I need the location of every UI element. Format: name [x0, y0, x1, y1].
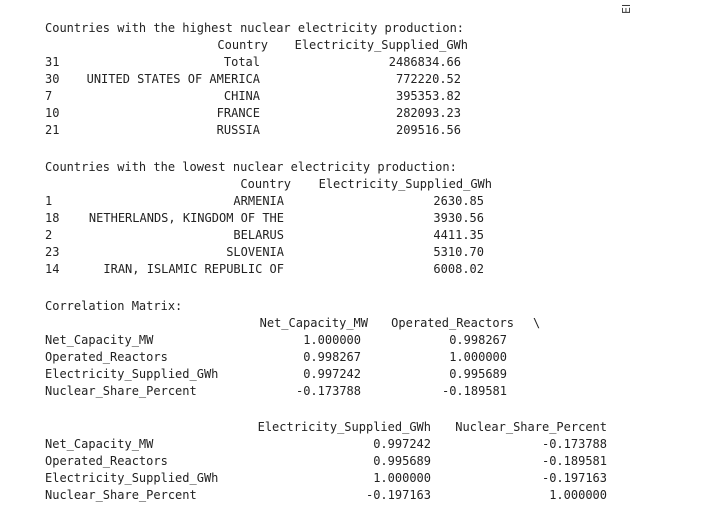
row-index: 10 — [45, 106, 60, 120]
low-title: Countries with the lowest nuclear electr… — [45, 160, 457, 174]
cell-value: 0.998267 — [449, 333, 507, 347]
row-value: 3930.56 — [433, 211, 484, 225]
side-panel-tab-label: El — [620, 3, 633, 14]
row-label: Electricity_Supplied_GWh — [45, 367, 219, 381]
side-panel-tab[interactable]: El — [620, 0, 634, 14]
row-label: Net_Capacity_MW — [45, 437, 154, 451]
row-label: Nuclear_Share_Percent — [45, 488, 197, 502]
row-index: 30 — [45, 72, 60, 86]
row-index: 7 — [45, 89, 53, 103]
cell-value: 0.997242 — [373, 437, 431, 451]
high-title: Countries with the highest nuclear elect… — [45, 21, 465, 35]
row-value: 2486834.66 — [388, 55, 461, 69]
cell-value: -0.173788 — [541, 437, 607, 451]
row-country: IRAN, ISLAMIC REPUBLIC OF — [103, 262, 284, 276]
corr1-header-net-capacity: Net_Capacity_MW — [259, 316, 368, 330]
corr-table-part1: Net_Capacity_MW Operated_Reactors \ Net_… — [0, 315, 728, 400]
row-value: 2630.85 — [433, 194, 484, 208]
high-header-value: Electricity_Supplied_GWh — [294, 38, 468, 52]
row-country: UNITED STATES OF AMERICA — [86, 72, 260, 86]
row-value: 6008.02 — [433, 262, 484, 276]
cell-value: -0.189581 — [541, 454, 607, 468]
row-index: 21 — [45, 123, 60, 137]
corr-table-part2: Electricity_Supplied_GWh Nuclear_Share_P… — [0, 419, 728, 504]
cell-value: -0.189581 — [441, 384, 507, 398]
row-country: CHINA — [223, 89, 260, 103]
row-country: RUSSIA — [216, 123, 260, 137]
cell-value: -0.197163 — [541, 471, 607, 485]
cell-value: -0.173788 — [295, 384, 361, 398]
row-value: 4411.35 — [433, 228, 484, 242]
cell-value: 0.995689 — [449, 367, 507, 381]
row-label: Operated_Reactors — [45, 350, 168, 364]
row-value: 282093.23 — [395, 106, 461, 120]
row-country: BELARUS — [233, 228, 284, 242]
cell-value: 1.000000 — [449, 350, 507, 364]
cell-value: 0.998267 — [303, 350, 361, 364]
high-header-country: Country — [217, 38, 268, 52]
row-label: Net_Capacity_MW — [45, 333, 154, 347]
high-table: Country Electricity_Supplied_GWh 31 Tota… — [0, 37, 728, 139]
row-country: Total — [223, 55, 260, 69]
corr2-header-electricity: Electricity_Supplied_GWh — [257, 420, 431, 434]
cell-value: 1.000000 — [549, 488, 607, 502]
corr2-header-nuclear-share: Nuclear_Share_Percent — [455, 420, 607, 434]
corr1-header-operated-reactors: Operated_Reactors — [391, 316, 514, 330]
row-label: Nuclear_Share_Percent — [45, 384, 197, 398]
row-index: 14 — [45, 262, 60, 276]
row-country: ARMENIA — [233, 194, 284, 208]
row-index: 31 — [45, 55, 60, 69]
row-label: Electricity_Supplied_GWh — [45, 471, 219, 485]
cell-value: -0.197163 — [365, 488, 431, 502]
low-header-value: Electricity_Supplied_GWh — [318, 177, 492, 191]
row-index: 2 — [45, 228, 53, 242]
low-header-country: Country — [240, 177, 291, 191]
cell-value: 0.997242 — [303, 367, 361, 381]
row-index: 1 — [45, 194, 53, 208]
cell-value: 0.995689 — [373, 454, 431, 468]
row-label: Operated_Reactors — [45, 454, 168, 468]
row-value: 395353.82 — [395, 89, 461, 103]
row-country: NETHERLANDS, KINGDOM OF THE — [88, 211, 284, 225]
row-country: FRANCE — [216, 106, 260, 120]
corr-title: Correlation Matrix: — [45, 299, 183, 313]
row-index: 23 — [45, 245, 60, 259]
row-index: 18 — [45, 211, 60, 225]
row-value: 5310.70 — [433, 245, 484, 259]
row-value: 209516.56 — [395, 123, 461, 137]
cell-value: 1.000000 — [373, 471, 431, 485]
cell-value: 1.000000 — [303, 333, 361, 347]
low-table: Country Electricity_Supplied_GWh 1 ARMEN… — [0, 176, 728, 278]
row-country: SLOVENIA — [226, 245, 284, 259]
row-value: 772220.52 — [395, 72, 461, 86]
line-continuation-mark: \ — [533, 316, 541, 330]
